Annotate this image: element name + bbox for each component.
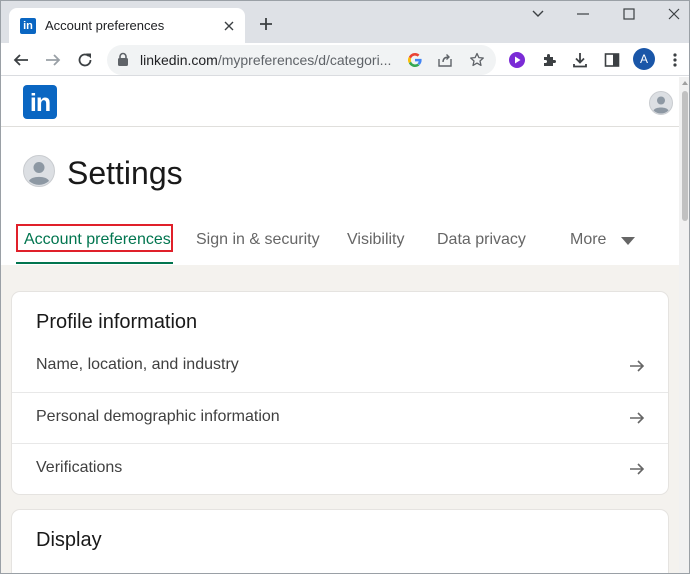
linkedin-logo[interactable]: in <box>23 85 57 119</box>
url-host: linkedin.com <box>140 52 218 68</box>
tab-more[interactable]: More <box>570 231 606 249</box>
forward-arrow-icon[interactable] <box>39 46 67 74</box>
tab-sign-in-security[interactable]: Sign in & security <box>196 231 320 249</box>
active-tab-indicator <box>16 262 173 264</box>
browser-toolbar: linkedin.com/mypreferences/d/categori... <box>1 43 689 76</box>
lock-icon[interactable] <box>117 52 129 72</box>
arrow-right-icon <box>628 357 646 375</box>
arrow-right-icon <box>628 460 646 478</box>
url-path: /mypreferences/d/categori... <box>217 52 392 68</box>
highlight-box <box>16 224 173 252</box>
download-icon[interactable] <box>566 46 594 74</box>
menu-kebab-icon[interactable] <box>661 46 689 74</box>
profile-avatar <box>23 155 55 187</box>
minimize-icon[interactable] <box>560 1 606 27</box>
arrow-right-icon <box>628 409 646 427</box>
tab-search-icon[interactable] <box>515 1 561 27</box>
list-item-label: Name, location, and industry <box>36 356 239 373</box>
card-title: Profile information <box>36 311 198 333</box>
nav-profile-avatar[interactable] <box>649 91 673 115</box>
list-item[interactable]: Verifications <box>12 443 668 494</box>
close-tab-icon[interactable] <box>219 16 239 36</box>
display-card: Display <box>12 510 668 573</box>
browser-profile-avatar[interactable]: A <box>633 48 655 70</box>
google-icon[interactable] <box>405 50 425 70</box>
tab-data-privacy[interactable]: Data privacy <box>437 231 526 249</box>
play-extension-icon[interactable] <box>503 46 531 74</box>
window-close-icon[interactable] <box>651 1 689 27</box>
extensions-puzzle-icon[interactable] <box>535 46 563 74</box>
scroll-up-icon[interactable] <box>682 81 688 85</box>
back-arrow-icon[interactable] <box>7 46 35 74</box>
side-panel-icon[interactable] <box>598 46 626 74</box>
tab-title: Account preferences <box>45 18 165 33</box>
settings-header: Settings Account preferences Sign in & s… <box>1 127 679 265</box>
linkedin-favicon-icon: in <box>20 17 36 34</box>
page-title: Settings <box>67 155 183 191</box>
title-bar: in Account preferences <box>1 1 689 43</box>
scrollbar-thumb[interactable] <box>682 91 688 221</box>
page-content: in Settings Account preferences Sign in … <box>1 77 679 573</box>
address-bar[interactable]: linkedin.com/mypreferences/d/categori... <box>107 45 496 75</box>
settings-tabs: Account preferences Sign in & security V… <box>1 217 679 265</box>
url-text[interactable]: linkedin.com/mypreferences/d/categori... <box>140 52 391 68</box>
browser-tab[interactable]: in Account preferences <box>9 8 245 43</box>
new-tab-button[interactable] <box>255 13 277 35</box>
list-item-label: Personal demographic information <box>36 408 280 425</box>
share-icon[interactable] <box>435 50 455 70</box>
global-nav: in <box>1 77 679 127</box>
browser-window: in Account preferences linkedin.com/mypr… <box>0 0 690 574</box>
bookmark-star-icon[interactable] <box>467 50 487 70</box>
profile-information-card: Profile information Name, location, and … <box>12 292 668 494</box>
list-item[interactable]: Personal demographic information <box>12 392 668 443</box>
list-item[interactable]: Name, location, and industry <box>12 341 668 392</box>
list-item-label: Verifications <box>36 459 123 476</box>
tab-visibility[interactable]: Visibility <box>347 231 405 249</box>
caret-down-icon[interactable] <box>621 237 635 245</box>
card-title: Display <box>36 529 102 551</box>
reload-icon[interactable] <box>71 46 99 74</box>
maximize-icon[interactable] <box>606 1 652 27</box>
